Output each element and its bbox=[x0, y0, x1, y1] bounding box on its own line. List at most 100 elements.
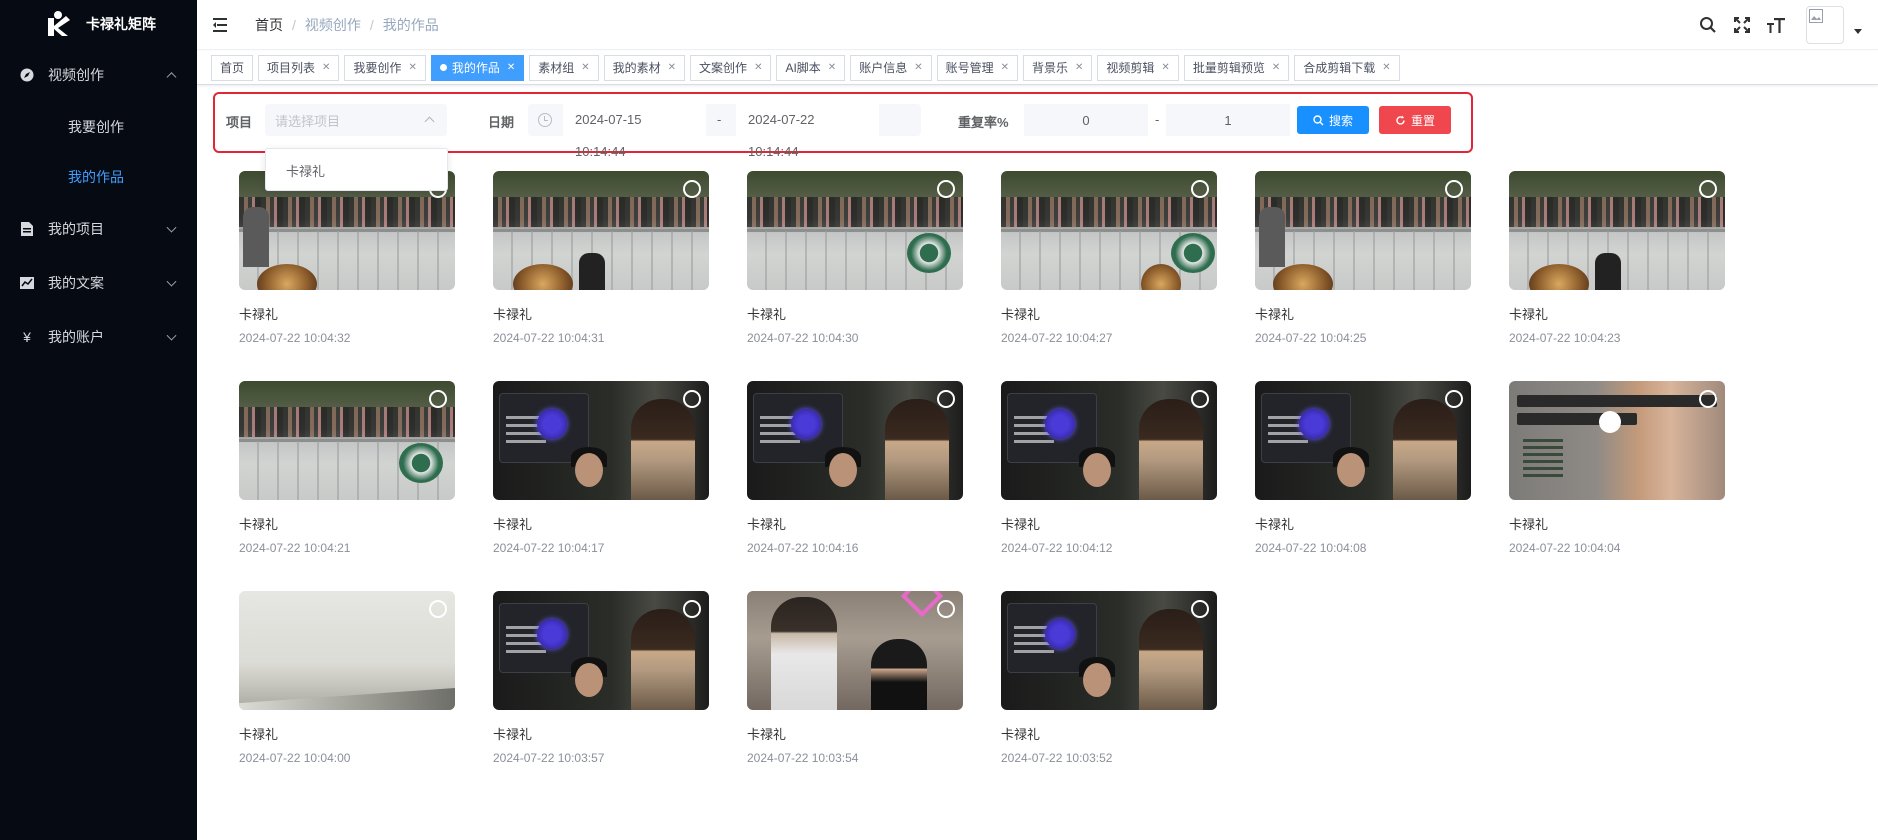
select-circle-icon[interactable] bbox=[937, 390, 955, 408]
sidebar-subitem-my-works[interactable]: 我的作品 bbox=[0, 152, 197, 202]
select-circle-icon[interactable] bbox=[1191, 390, 1209, 408]
date-range-picker[interactable]: 2024-07-15 10:14:44 - 2024-07-22 10:14:4… bbox=[528, 104, 921, 159]
work-card[interactable]: 卡禄礼 2024-07-22 10:04:21 bbox=[239, 381, 455, 555]
tab-project-list[interactable]: 项目列表 ✕ bbox=[258, 54, 340, 81]
video-thumbnail[interactable] bbox=[239, 381, 455, 500]
work-card[interactable]: 卡禄礼 2024-07-22 10:04:04 bbox=[1509, 381, 1725, 555]
tab-my-materials[interactable]: 我的素材 ✕ bbox=[603, 54, 686, 81]
close-icon[interactable]: ✕ bbox=[1272, 62, 1280, 73]
work-card[interactable]: 卡禄礼 2024-07-22 10:04:31 bbox=[493, 171, 709, 345]
sidebar-item-video-creation[interactable]: 视频创作 bbox=[0, 48, 197, 102]
close-icon[interactable]: ✕ bbox=[507, 62, 515, 73]
select-circle-icon[interactable] bbox=[429, 600, 447, 618]
work-card[interactable]: 卡禄礼 2024-07-22 10:04:00 bbox=[239, 591, 455, 765]
work-card[interactable]: 卡禄礼 2024-07-22 10:04:23 bbox=[1509, 171, 1725, 345]
select-circle-icon[interactable] bbox=[683, 390, 701, 408]
sidebar-subitem-create[interactable]: 我要创作 bbox=[0, 102, 197, 152]
close-icon[interactable]: ✕ bbox=[1382, 62, 1390, 73]
work-card[interactable]: 卡禄礼 2024-07-22 10:03:54 bbox=[747, 591, 963, 765]
video-thumbnail[interactable] bbox=[493, 591, 709, 710]
work-card[interactable]: 卡禄礼 2024-07-22 10:03:57 bbox=[493, 591, 709, 765]
reset-button[interactable]: 重置 bbox=[1379, 106, 1451, 134]
select-circle-icon[interactable] bbox=[683, 180, 701, 198]
select-circle-icon[interactable] bbox=[1445, 390, 1463, 408]
tab-batch-preview[interactable]: 批量剪辑预览 ✕ bbox=[1183, 54, 1290, 81]
close-icon[interactable]: ✕ bbox=[914, 62, 922, 73]
video-thumbnail[interactable] bbox=[1509, 381, 1725, 500]
work-card[interactable]: 卡禄礼 2024-07-22 10:04:30 bbox=[747, 171, 963, 345]
project-select[interactable]: 请选择项目 bbox=[265, 104, 447, 136]
close-icon[interactable]: ✕ bbox=[668, 62, 676, 73]
search-button[interactable]: 搜索 bbox=[1297, 106, 1369, 134]
repeat-max-input[interactable]: 1 bbox=[1166, 104, 1290, 136]
tab-material-group[interactable]: 素材组 ✕ bbox=[529, 54, 599, 81]
video-thumbnail[interactable] bbox=[747, 171, 963, 290]
tab-create[interactable]: 我要创作 ✕ bbox=[344, 54, 426, 81]
close-icon[interactable]: ✕ bbox=[408, 62, 416, 73]
work-card[interactable]: 卡禄礼 2024-07-22 10:04:25 bbox=[1255, 171, 1471, 345]
close-icon[interactable]: ✕ bbox=[1001, 62, 1009, 73]
work-card[interactable]: 卡禄礼 2024-07-22 10:04:16 bbox=[747, 381, 963, 555]
tab-composite-download[interactable]: 合成剪辑下载 ✕ bbox=[1294, 54, 1400, 81]
sidebar-item-my-copy[interactable]: 我的文案 bbox=[0, 256, 197, 310]
work-card[interactable]: 卡禄礼 2024-07-22 10:04:08 bbox=[1255, 381, 1471, 555]
close-icon[interactable]: ✕ bbox=[322, 62, 330, 73]
tab-copywriting[interactable]: 文案创作 ✕ bbox=[690, 54, 772, 81]
select-circle-icon[interactable] bbox=[937, 600, 955, 618]
dropdown-option[interactable]: 卡禄礼 bbox=[286, 161, 447, 180]
video-thumbnail[interactable] bbox=[1509, 171, 1725, 290]
tab-home[interactable]: 首页 bbox=[211, 54, 254, 81]
video-thumbnail[interactable] bbox=[239, 591, 455, 710]
video-thumbnail[interactable] bbox=[1001, 381, 1217, 500]
breadcrumb-separator: / bbox=[292, 16, 296, 33]
select-circle-icon[interactable] bbox=[937, 180, 955, 198]
video-thumbnail[interactable] bbox=[1001, 591, 1217, 710]
close-icon[interactable]: ✕ bbox=[581, 62, 589, 73]
close-icon[interactable]: ✕ bbox=[828, 62, 836, 73]
work-card[interactable]: 卡禄礼 2024-07-22 10:04:12 bbox=[1001, 381, 1217, 555]
select-circle-icon[interactable] bbox=[683, 600, 701, 618]
work-card[interactable]: 卡禄礼 2024-07-22 10:04:27 bbox=[1001, 171, 1217, 345]
tab-background-music[interactable]: 背景乐 ✕ bbox=[1023, 54, 1093, 81]
tab-ai-script[interactable]: AI脚本 ✕ bbox=[776, 54, 846, 81]
video-thumbnail[interactable] bbox=[1255, 171, 1471, 290]
work-card[interactable]: 卡禄礼 2024-07-22 10:04:17 bbox=[493, 381, 709, 555]
chevron-up-icon bbox=[166, 72, 177, 83]
select-circle-icon[interactable] bbox=[1191, 180, 1209, 198]
work-card[interactable]: 卡禄礼 2024-07-22 10:03:52 bbox=[1001, 591, 1217, 765]
tab-label: 视频剪辑 bbox=[1106, 61, 1155, 75]
select-circle-icon[interactable] bbox=[1445, 180, 1463, 198]
sidebar-item-my-projects[interactable]: 我的项目 bbox=[0, 202, 197, 256]
caret-down-icon[interactable] bbox=[1854, 28, 1862, 34]
breadcrumb-home[interactable]: 首页 bbox=[255, 15, 283, 35]
select-circle-icon[interactable] bbox=[429, 390, 447, 408]
date-end-input[interactable]: 2024-07-22 10:14:44 bbox=[736, 104, 879, 159]
search-icon[interactable] bbox=[1698, 15, 1718, 35]
tab-account-management[interactable]: 账号管理 ✕ bbox=[936, 54, 1018, 81]
video-thumbnail[interactable] bbox=[1001, 171, 1217, 290]
date-start-input[interactable]: 2024-07-15 10:14:44 bbox=[563, 104, 706, 159]
avatar[interactable] bbox=[1806, 6, 1844, 44]
app-logo[interactable]: 卡禄礼矩阵 bbox=[0, 0, 197, 48]
work-title: 卡禄礼 bbox=[747, 727, 787, 742]
tab-my-works[interactable]: 我的作品 ✕ bbox=[430, 54, 525, 81]
tab-video-editing[interactable]: 视频剪辑 ✕ bbox=[1097, 54, 1179, 81]
close-icon[interactable]: ✕ bbox=[1075, 62, 1083, 73]
sidebar-item-my-account[interactable]: ¥ 我的账户 bbox=[0, 310, 197, 364]
select-circle-icon[interactable] bbox=[1699, 180, 1717, 198]
close-icon[interactable]: ✕ bbox=[754, 62, 762, 73]
font-size-icon[interactable] bbox=[1766, 15, 1786, 35]
tab-account-info[interactable]: 账户信息 ✕ bbox=[850, 54, 932, 81]
video-thumbnail[interactable] bbox=[493, 171, 709, 290]
select-circle-icon[interactable] bbox=[1699, 390, 1717, 408]
menu-toggle-icon[interactable] bbox=[213, 17, 231, 32]
video-thumbnail[interactable] bbox=[747, 591, 963, 710]
repeat-min-input[interactable]: 0 bbox=[1024, 104, 1148, 136]
work-card[interactable]: 卡禄礼 2024-07-22 10:04:32 bbox=[239, 171, 455, 345]
fullscreen-icon[interactable] bbox=[1732, 15, 1752, 35]
video-thumbnail[interactable] bbox=[493, 381, 709, 500]
video-thumbnail[interactable] bbox=[1255, 381, 1471, 500]
select-circle-icon[interactable] bbox=[1191, 600, 1209, 618]
close-icon[interactable]: ✕ bbox=[1161, 62, 1169, 73]
video-thumbnail[interactable] bbox=[747, 381, 963, 500]
